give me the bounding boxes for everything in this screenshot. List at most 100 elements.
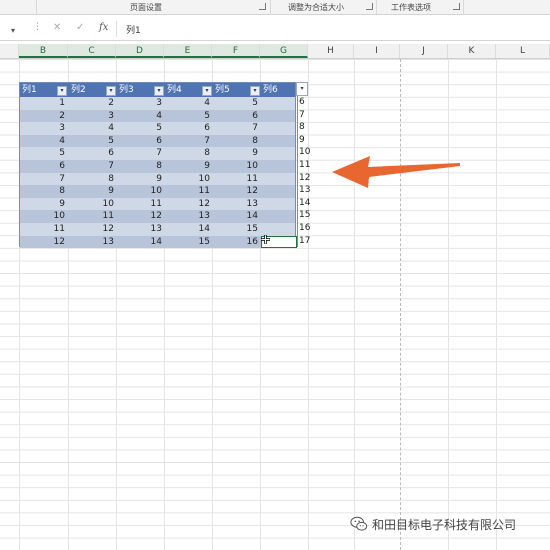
table-cell[interactable] <box>261 173 297 186</box>
column-header-i[interactable]: I <box>354 44 400 58</box>
table-cell[interactable]: 6 <box>69 147 117 160</box>
table-cell[interactable]: 12 <box>69 223 117 236</box>
table-cell[interactable]: 6 <box>165 122 213 135</box>
table-cell[interactable]: 11 <box>213 173 261 186</box>
table-cell[interactable]: 11 <box>20 223 68 236</box>
table-cell[interactable]: 14 <box>165 223 213 236</box>
table-cell[interactable]: 14 <box>117 236 165 249</box>
table-cell[interactable]: 5 <box>213 97 261 110</box>
table-cell[interactable]: 2 <box>20 110 68 123</box>
table-cell[interactable]: 13 <box>165 210 213 223</box>
table-cell[interactable]: 12 <box>20 236 68 249</box>
table-cell[interactable]: 5 <box>69 135 117 148</box>
table-cell[interactable] <box>261 210 297 223</box>
excel-table[interactable]: 列1 ▾ 列2 ▾ 列3 ▾ 列4 ▾ 列5 ▾ 列6 1234523456345674567856… <box>19 82 297 249</box>
table-cell[interactable] <box>261 122 297 135</box>
table-cell[interactable]: 14 <box>213 210 261 223</box>
column-header-b[interactable]: B <box>19 44 68 58</box>
select-all-corner[interactable] <box>0 44 19 58</box>
table-cell[interactable]: 8 <box>117 160 165 173</box>
table-cell[interactable]: 13 <box>213 198 261 211</box>
table-cell[interactable] <box>261 160 297 173</box>
chevron-down-icon[interactable]: ▾ <box>11 26 15 35</box>
table-header-cell[interactable]: 列6 <box>261 83 297 97</box>
table-cell[interactable]: 4 <box>165 97 213 110</box>
filter-dropdown-icon[interactable]: ▾ <box>106 86 116 96</box>
formula-input[interactable]: 列1 <box>126 23 141 36</box>
close-icon[interactable]: ✕ <box>53 22 61 33</box>
column-header-k[interactable]: K <box>448 44 496 58</box>
table-cell[interactable]: 13 <box>117 223 165 236</box>
table-cell[interactable]: 1 <box>20 97 68 110</box>
column-header-f[interactable]: F <box>212 44 260 58</box>
table-cell[interactable]: 12 <box>165 198 213 211</box>
table-cell[interactable] <box>261 185 297 198</box>
table-cell[interactable]: 10 <box>213 160 261 173</box>
table-cell[interactable] <box>261 223 297 236</box>
filter-dropdown-icon[interactable]: ▾ <box>250 86 260 96</box>
table-cell[interactable]: 3 <box>20 122 68 135</box>
table-cell[interactable]: 11 <box>165 185 213 198</box>
table-cell[interactable]: 6 <box>20 160 68 173</box>
table-cell[interactable]: 10 <box>117 185 165 198</box>
table-cell[interactable]: 12 <box>117 210 165 223</box>
table-cell[interactable]: 3 <box>117 97 165 110</box>
table-cell[interactable]: 10 <box>20 210 68 223</box>
table-cell[interactable]: 9 <box>213 147 261 160</box>
table-cell[interactable]: 6 <box>117 135 165 148</box>
scale-to-fit-launcher-icon[interactable] <box>366 3 373 10</box>
column-header-j[interactable]: J <box>400 44 448 58</box>
table-cell[interactable]: 9 <box>165 160 213 173</box>
table-cell[interactable]: 4 <box>20 135 68 148</box>
column-header-d[interactable]: D <box>116 44 164 58</box>
table-cell[interactable]: 7 <box>69 160 117 173</box>
table-cell[interactable]: 4 <box>69 122 117 135</box>
filter-dropdown-icon[interactable]: ▾ <box>202 86 212 96</box>
column-header-g[interactable]: G <box>260 44 308 58</box>
filter-dropdown-icon[interactable]: ▾ <box>154 86 164 96</box>
table-cell[interactable]: 8 <box>20 185 68 198</box>
table-cell[interactable] <box>261 147 297 160</box>
table-cell[interactable] <box>261 198 297 211</box>
table-cell[interactable]: 4 <box>117 110 165 123</box>
table-cell[interactable]: 8 <box>213 135 261 148</box>
table-cell[interactable]: 11 <box>69 210 117 223</box>
column-header-c[interactable]: C <box>68 44 116 58</box>
table-cell[interactable]: 6 <box>213 110 261 123</box>
sheet-options-launcher-icon[interactable] <box>453 3 460 10</box>
table-cell[interactable]: 10 <box>165 173 213 186</box>
table-cell[interactable]: 11 <box>117 198 165 211</box>
table-cell[interactable]: 12 <box>213 185 261 198</box>
table-cell[interactable] <box>261 110 297 123</box>
table-cell[interactable]: 7 <box>117 147 165 160</box>
table-cell[interactable]: 7 <box>20 173 68 186</box>
table-cell[interactable]: 15 <box>213 223 261 236</box>
page-setup-launcher-icon[interactable] <box>259 3 266 10</box>
column-header-e[interactable]: E <box>164 44 212 58</box>
table-cell[interactable]: 5 <box>165 110 213 123</box>
check-icon[interactable]: ✓ <box>76 22 84 33</box>
name-box[interactable]: ▾ <box>0 21 22 37</box>
table-cell[interactable]: 9 <box>69 185 117 198</box>
filter-dropdown-icon[interactable]: ▾ <box>296 82 308 96</box>
table-cell[interactable]: 5 <box>20 147 68 160</box>
table-cell[interactable]: 2 <box>69 97 117 110</box>
table-cell[interactable]: 16 <box>213 236 261 249</box>
table-cell[interactable]: 3 <box>69 110 117 123</box>
table-cell[interactable] <box>261 135 297 148</box>
table-cell[interactable]: 10 <box>69 198 117 211</box>
table-cell[interactable]: 7 <box>165 135 213 148</box>
table-cell[interactable]: 8 <box>69 173 117 186</box>
table-cell[interactable]: 9 <box>117 173 165 186</box>
table-cell[interactable]: 13 <box>69 236 117 249</box>
table-cell[interactable]: 5 <box>117 122 165 135</box>
table-cell[interactable]: 7 <box>213 122 261 135</box>
column-header-l[interactable]: L <box>496 44 550 58</box>
table-cell[interactable] <box>261 97 297 110</box>
filter-dropdown-icon[interactable]: ▾ <box>57 86 67 96</box>
vertical-ellipsis-icon[interactable]: ⋮ <box>33 22 42 32</box>
column-header-h[interactable]: H <box>308 44 354 58</box>
table-cell[interactable]: 15 <box>165 236 213 249</box>
table-cell[interactable]: 8 <box>165 147 213 160</box>
fx-button[interactable]: fx <box>99 22 108 33</box>
